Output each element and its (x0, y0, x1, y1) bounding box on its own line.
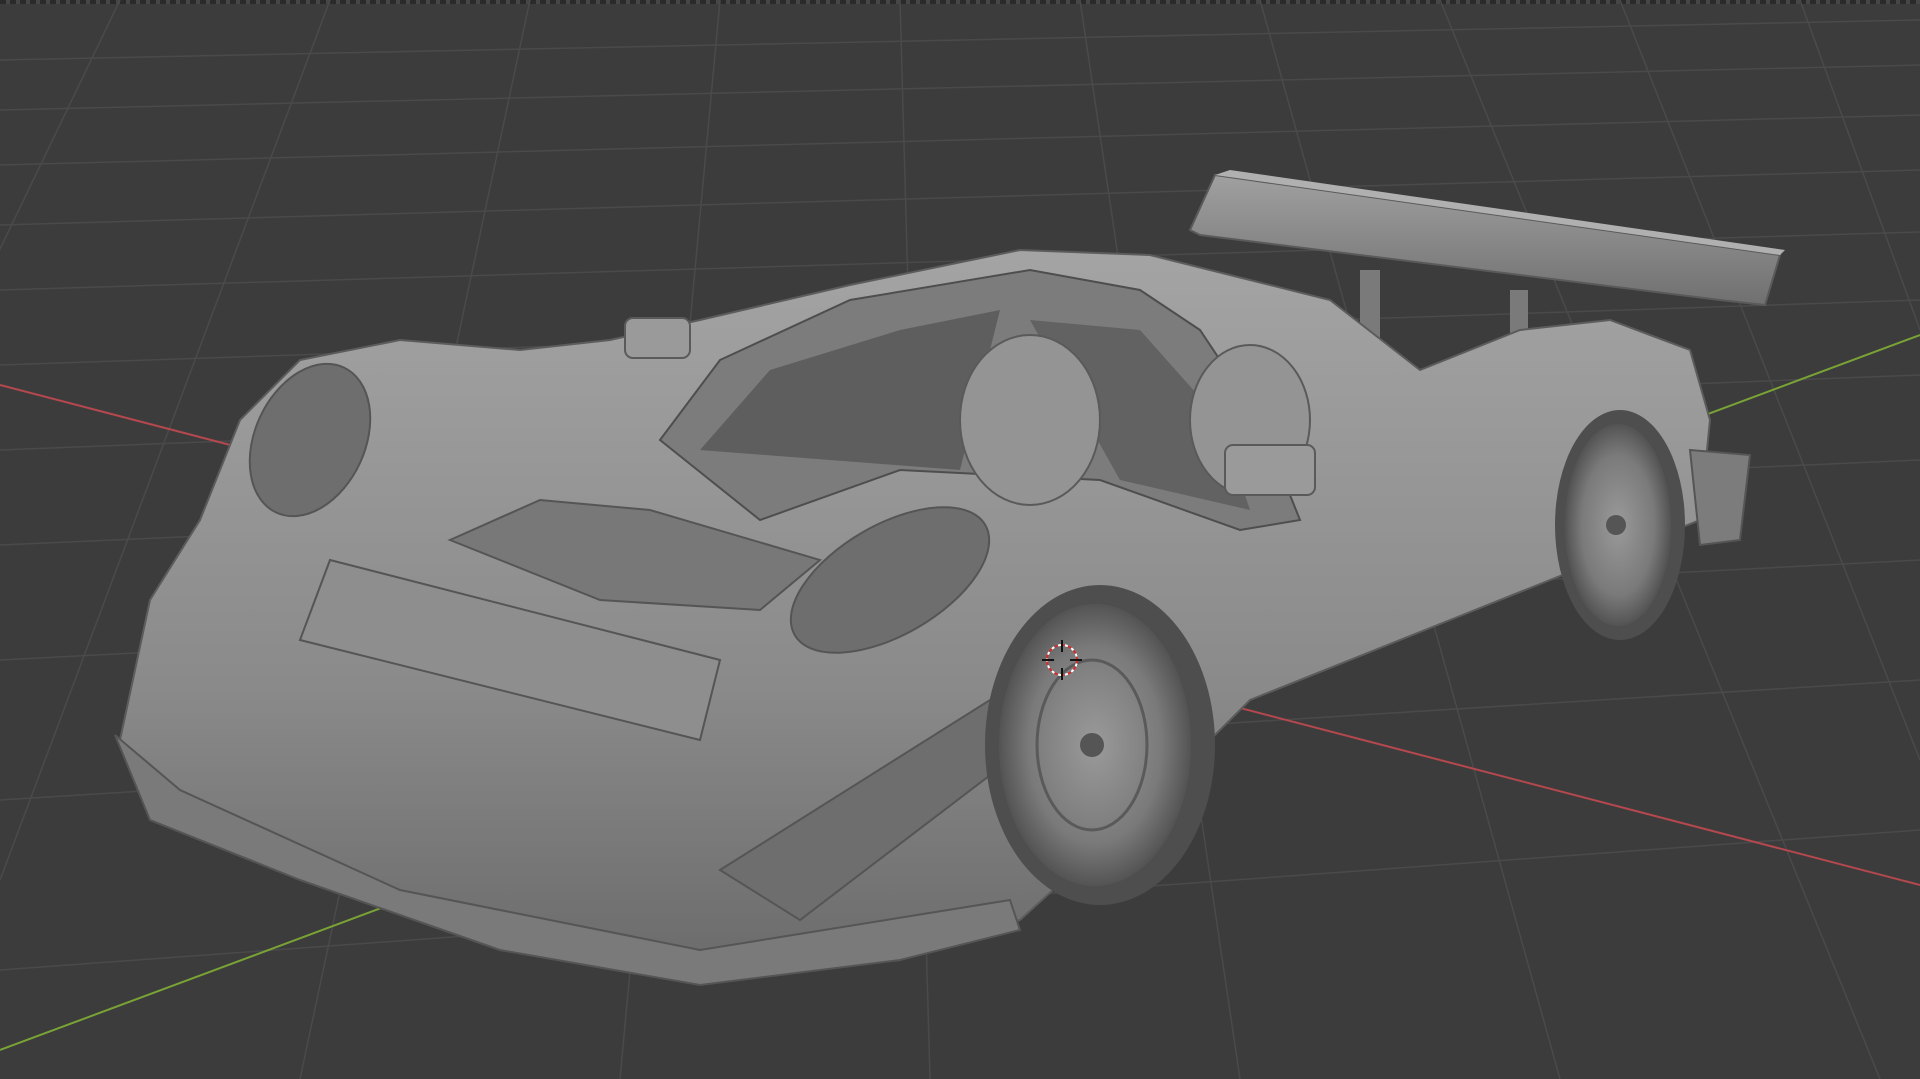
3d-cursor-icon[interactable] (1042, 640, 1082, 680)
front-wheel (985, 585, 1215, 905)
seat-left (959, 334, 1101, 506)
viewport-scene[interactable] (0, 0, 1920, 1079)
race-car-mesh (114, 170, 1785, 987)
rear-wheel (1555, 410, 1685, 640)
3d-viewport[interactable] (0, 0, 1920, 1079)
rear-diffuser (1688, 448, 1752, 547)
mirror-left (624, 317, 691, 359)
mirror-right (1224, 444, 1316, 496)
